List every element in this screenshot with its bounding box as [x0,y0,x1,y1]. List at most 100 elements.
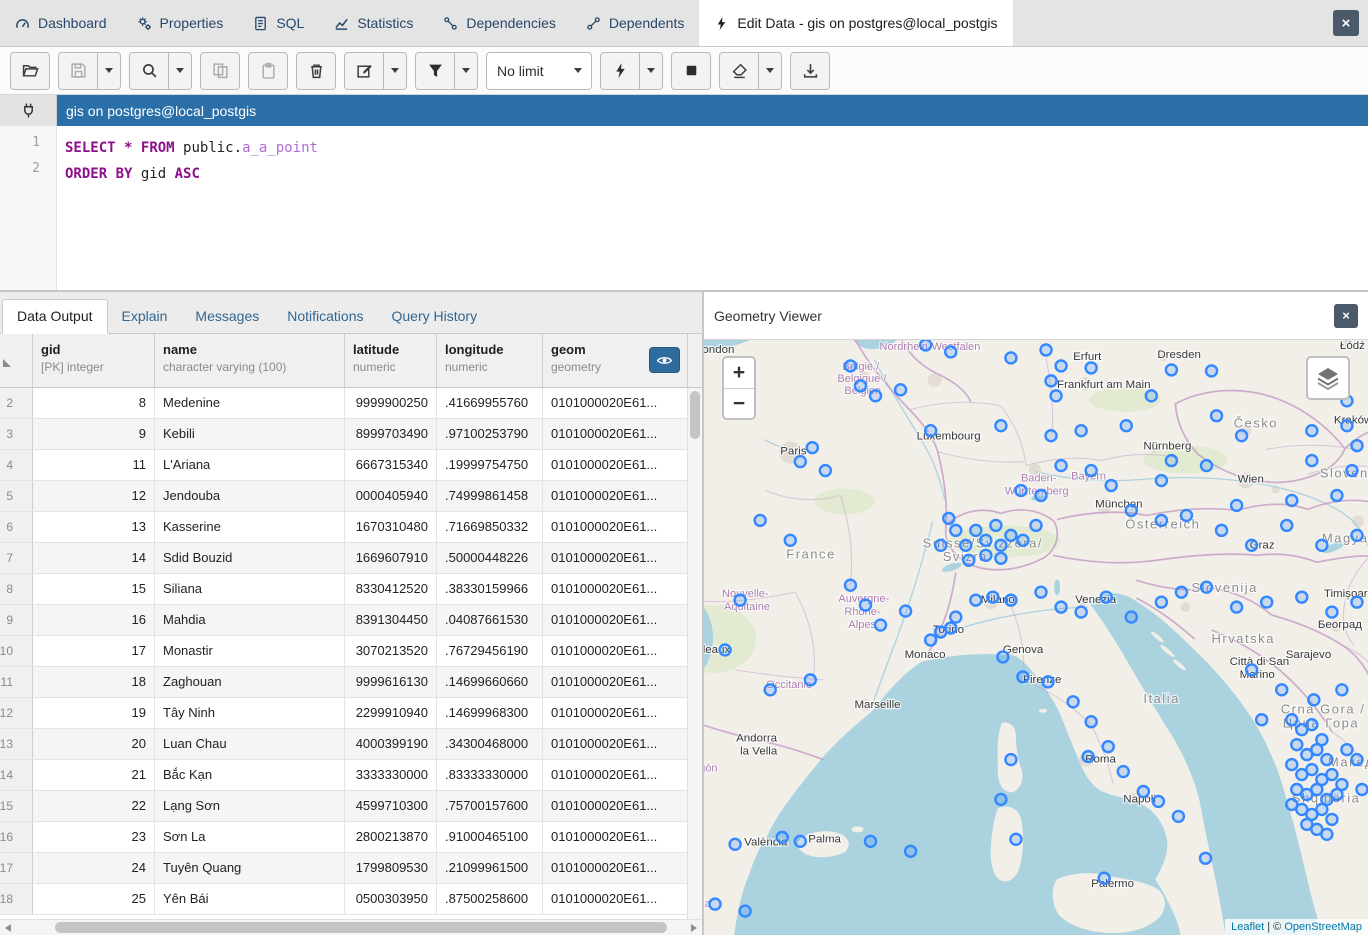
geometry-point-marker[interactable] [1153,796,1164,807]
output-tab-explain[interactable]: Explain [108,300,182,333]
cell-geom[interactable]: 0101000020E61... [543,543,688,573]
cell-gid[interactable]: 9 [33,419,155,449]
cell-gid[interactable]: 21 [33,760,155,790]
cell-geom[interactable]: 0101000020E61... [543,884,688,914]
row-number-cell[interactable]: 16 [0,822,33,852]
clear-query-button[interactable] [719,52,759,90]
cell-name[interactable]: L'Ariana [155,450,345,480]
geometry-point-marker[interactable] [987,592,998,603]
geometry-point-marker[interactable] [795,456,806,467]
geometry-point-marker[interactable] [1296,592,1307,603]
geometry-point-marker[interactable] [1005,595,1016,606]
geometry-point-marker[interactable] [1306,719,1317,730]
geometry-point-marker[interactable] [950,612,961,623]
geometry-point-marker[interactable] [960,540,971,551]
geometry-point-marker[interactable] [950,525,961,536]
geometry-point-marker[interactable] [1046,430,1057,441]
geometry-point-marker[interactable] [900,606,911,617]
cell-longitude[interactable]: .41669955760 [437,388,543,418]
vertical-scroll-thumb[interactable] [690,391,700,439]
geometry-point-marker[interactable] [1281,520,1292,531]
geometry-point-marker[interactable] [710,899,721,910]
cell-latitude[interactable]: 1799809530 [345,853,437,883]
cell-geom[interactable]: 0101000020E61... [543,574,688,604]
cell-longitude[interactable]: .19999754750 [437,450,543,480]
leaflet-map[interactable]: LondonNordrhein-WestfalenErfurtDresdenŁó… [704,340,1368,935]
osm-link[interactable]: OpenStreetMap [1284,921,1362,933]
geometry-point-marker[interactable] [1076,425,1087,436]
zoom-out-button[interactable]: − [724,388,754,418]
cell-name[interactable]: Jendouba [155,481,345,511]
geometry-point-marker[interactable] [1211,410,1222,421]
geometry-point-marker[interactable] [1306,425,1317,436]
row-number-cell[interactable]: 18 [0,884,33,914]
geometry-point-marker[interactable] [1286,759,1297,770]
geometry-point-marker[interactable] [1181,510,1192,521]
geometry-point-marker[interactable] [1156,597,1167,608]
cell-latitude[interactable]: 1669607910 [345,543,437,573]
cell-geom[interactable]: 0101000020E61... [543,636,688,666]
geometry-point-marker[interactable] [1086,362,1097,373]
geometry-point-marker[interactable] [1083,751,1094,762]
geometry-point-marker[interactable] [765,684,776,695]
geometry-point-marker[interactable] [1076,607,1087,618]
save-dropdown-button[interactable] [98,52,121,90]
cell-gid[interactable]: 18 [33,667,155,697]
cell-latitude[interactable]: 4599710300 [345,791,437,821]
geometry-point-marker[interactable] [1086,716,1097,727]
geometry-point-marker[interactable] [1005,352,1016,363]
geometry-point-marker[interactable] [1326,607,1337,618]
grid-select-all-corner[interactable] [0,334,33,387]
cell-gid[interactable]: 22 [33,791,155,821]
cell-latitude[interactable]: 8330412520 [345,574,437,604]
cell-latitude[interactable]: 8391304450 [345,605,437,635]
geometry-point-marker[interactable] [1316,804,1327,815]
cell-gid[interactable]: 24 [33,853,155,883]
cell-longitude[interactable]: .21099961500 [437,853,543,883]
geometry-point-marker[interactable] [777,832,788,843]
output-tab-data-output[interactable]: Data Output [2,299,108,334]
cell-gid[interactable]: 16 [33,605,155,635]
filter-dropdown-button[interactable] [455,52,478,90]
column-header-name[interactable]: namecharacter varying (100) [155,334,345,387]
geometry-point-marker[interactable] [1216,525,1227,536]
geometry-point-marker[interactable] [1286,799,1297,810]
geometry-point-marker[interactable] [1261,597,1272,608]
cell-geom[interactable]: 0101000020E61... [543,419,688,449]
open-file-button[interactable] [10,52,50,90]
tab-dashboard[interactable]: Dashboard [0,0,122,46]
save-button[interactable] [58,52,98,90]
tab-statistics[interactable]: Statistics [319,0,428,46]
cell-geom[interactable]: 0101000020E61... [543,853,688,883]
row-number-cell[interactable]: 14 [0,760,33,790]
cell-longitude[interactable]: .87500258600 [437,884,543,914]
cell-name[interactable]: Siliana [155,574,345,604]
geometry-point-marker[interactable] [943,513,954,524]
geometry-point-marker[interactable] [925,425,936,436]
geometry-point-marker[interactable] [1010,834,1021,845]
geometry-point-marker[interactable] [785,535,796,546]
cell-geom[interactable]: 0101000020E61... [543,760,688,790]
geometry-point-marker[interactable] [807,442,818,453]
cell-geom[interactable]: 0101000020E61... [543,667,688,697]
geometry-point-marker[interactable] [1321,829,1332,840]
geometry-point-marker[interactable] [1146,390,1157,401]
view-geometries-button[interactable] [649,347,680,373]
cell-name[interactable]: Yên Bái [155,884,345,914]
cell-longitude[interactable]: .74999861458 [437,481,543,511]
cell-latitude[interactable]: 0500303950 [345,884,437,914]
horizontal-scroll-thumb[interactable] [55,922,667,933]
geometry-point-marker[interactable] [1176,587,1187,598]
geometry-point-marker[interactable] [1306,455,1317,466]
cell-longitude[interactable]: .75700157600 [437,791,543,821]
cell-latitude[interactable]: 2800213870 [345,822,437,852]
geometry-point-marker[interactable] [865,836,876,847]
geometry-point-marker[interactable] [1046,375,1057,386]
cell-longitude[interactable]: .83333330000 [437,760,543,790]
cell-longitude[interactable]: .14699660660 [437,667,543,697]
cell-longitude[interactable]: .14699968300 [437,698,543,728]
cell-name[interactable]: Monastir [155,636,345,666]
geometry-point-marker[interactable] [945,346,956,357]
geometry-point-marker[interactable] [755,515,766,526]
column-header-latitude[interactable]: latitudenumeric [345,334,437,387]
